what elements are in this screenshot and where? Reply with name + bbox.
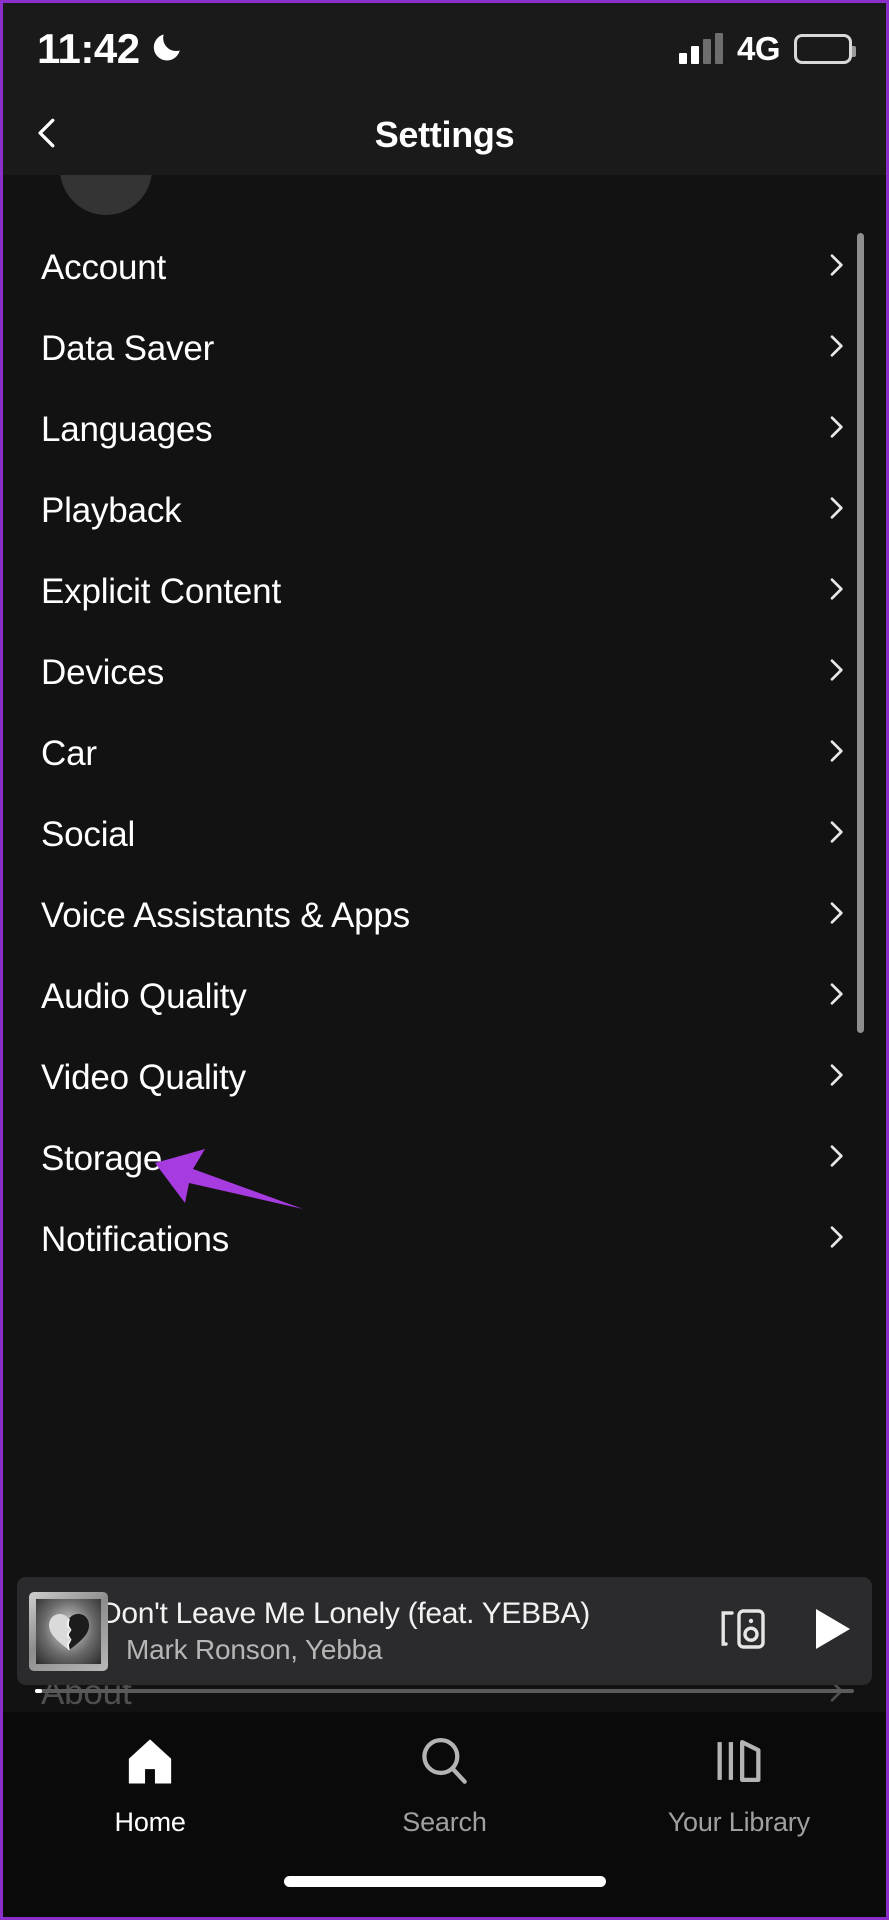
network-type-label: 4G <box>736 30 781 67</box>
chevron-right-icon <box>820 654 852 691</box>
page-title: Settings <box>374 114 515 155</box>
settings-row-storage[interactable]: Storage <box>3 1118 886 1199</box>
settings-row-video-quality[interactable]: Video Quality <box>3 1037 886 1118</box>
tab-search[interactable]: Search <box>299 1734 590 1838</box>
chevron-right-icon <box>820 330 852 367</box>
settings-row-label: Car <box>41 733 97 773</box>
settings-row-voice-assistants-and-apps[interactable]: Voice Assistants & Apps <box>3 875 886 956</box>
now-playing-bar[interactable]: Don't Leave Me Lonely (feat. YEBBA) Mark… <box>17 1577 872 1693</box>
settings-row-label: Video Quality <box>41 1057 246 1097</box>
chevron-right-icon <box>820 1140 852 1177</box>
chevron-right-icon <box>820 735 852 772</box>
settings-row-audio-quality[interactable]: Audio Quality <box>3 956 886 1037</box>
status-bar: 11:42 4G <box>3 3 886 95</box>
settings-row-label: Account <box>41 247 167 287</box>
scrollbar[interactable] <box>857 233 864 1657</box>
now-playing-actions <box>718 1605 854 1658</box>
tab-label: Search <box>402 1807 487 1837</box>
phone-screen: 11:42 4G Settings Account Data Saver Lan… <box>0 0 889 1920</box>
chevron-right-icon <box>820 897 852 934</box>
chevron-right-icon <box>820 1059 852 1096</box>
settings-row-label: Voice Assistants & Apps <box>41 895 410 935</box>
battery-cap <box>852 46 856 57</box>
tab-label: Your Library <box>667 1807 810 1837</box>
chevron-right-icon <box>820 1221 852 1258</box>
settings-row-label: Devices <box>41 652 165 692</box>
settings-row-car[interactable]: Car <box>3 713 886 794</box>
settings-row-explicit-content[interactable]: Explicit Content <box>3 551 886 632</box>
settings-row-label: Audio Quality <box>41 976 247 1016</box>
chevron-right-icon <box>820 249 852 286</box>
tab-label: Home <box>114 1807 186 1837</box>
tab-home[interactable]: Home <box>4 1734 295 1838</box>
status-bar-left: 11:42 <box>37 28 184 70</box>
library-icon <box>712 1734 766 1793</box>
broken-heart-album-art[interactable] <box>29 1591 108 1671</box>
scrollbar-thumb[interactable] <box>857 233 864 1033</box>
playback-progress-fill <box>35 1689 42 1693</box>
settings-list: Account Data Saver Languages Playback Ex… <box>3 227 886 1280</box>
settings-row-label: Notifications <box>41 1219 230 1259</box>
chevron-left-icon <box>29 114 67 157</box>
bottom-tab-bar: Home Search Your Library <box>3 1712 886 1917</box>
chevron-right-icon <box>820 411 852 448</box>
search-icon <box>417 1734 471 1793</box>
avatar <box>60 175 152 215</box>
settings-row-playback[interactable]: Playback <box>3 470 886 551</box>
settings-row-social[interactable]: Social <box>3 794 886 875</box>
settings-row-notifications[interactable]: Notifications <box>3 1199 886 1280</box>
crescent-moon-icon <box>150 30 184 69</box>
play-icon[interactable] <box>810 1605 854 1658</box>
settings-row-account[interactable]: Account <box>3 227 886 308</box>
settings-row-data-saver[interactable]: Data Saver <box>3 308 886 389</box>
settings-row-label: Data Saver <box>41 328 215 368</box>
settings-row-languages[interactable]: Languages <box>3 389 886 470</box>
chevron-right-icon <box>820 978 852 1015</box>
status-bar-right: 4G <box>678 30 856 68</box>
home-icon <box>123 1734 177 1793</box>
clock: 11:42 <box>37 25 140 72</box>
playback-progress-bar[interactable] <box>35 1689 854 1693</box>
home-indicator[interactable] <box>283 1876 606 1887</box>
chevron-right-icon <box>820 492 852 529</box>
chevron-right-icon <box>820 573 852 610</box>
settings-row-label: Languages <box>41 409 213 449</box>
nav-header: Settings <box>3 95 886 175</box>
settings-row-label: Explicit Content <box>41 571 281 611</box>
album-art-image <box>36 1598 101 1664</box>
back-button[interactable] <box>3 95 93 175</box>
chevron-right-icon <box>820 816 852 853</box>
now-playing-text: Don't Leave Me Lonely (feat. YEBBA) Mark… <box>100 1597 718 1666</box>
battery-icon <box>794 34 856 64</box>
signal-bars-icon <box>678 33 723 64</box>
tab-your-library[interactable]: Your Library <box>593 1734 884 1838</box>
connect-to-device-icon[interactable] <box>718 1605 770 1658</box>
settings-row-label: Storage <box>41 1138 163 1178</box>
now-playing-title: Don't Leave Me Lonely (feat. YEBBA) <box>100 1596 590 1630</box>
settings-row-label: Playback <box>41 490 182 530</box>
now-playing-artist: Mark Ronson, Yebba <box>126 1633 383 1665</box>
settings-row-devices[interactable]: Devices <box>3 632 886 713</box>
settings-row-label: Social <box>41 814 136 854</box>
